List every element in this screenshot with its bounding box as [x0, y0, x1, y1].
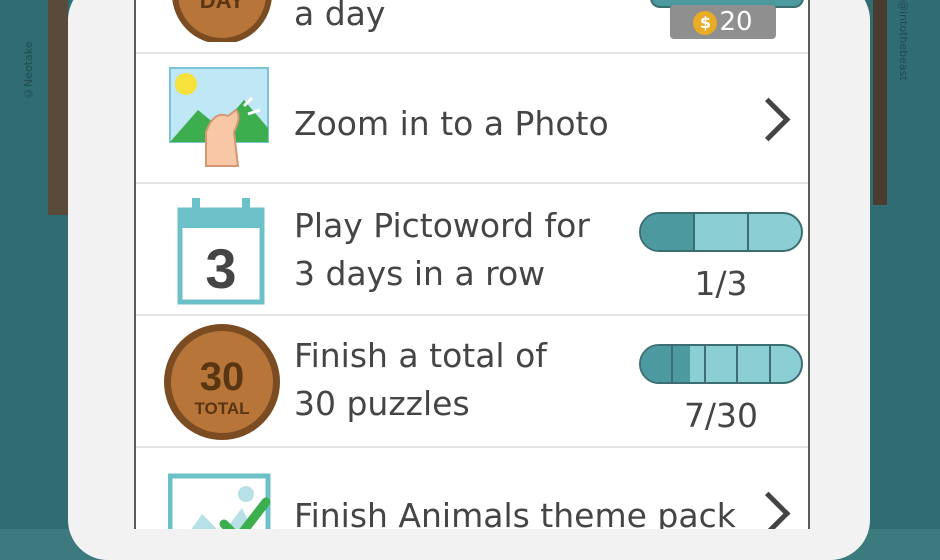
photo-strip-left	[48, 0, 68, 215]
achievement-label-line1: Finish a total of	[294, 336, 547, 375]
progress-count: 1/3	[694, 264, 748, 303]
progress-bar	[639, 344, 803, 384]
calendar-icon: 3	[177, 198, 265, 305]
day-badge-icon: DAY	[172, 0, 272, 42]
zoom-photo-icon	[169, 67, 269, 167]
achievement-label: Zoom in to a Photo	[294, 104, 609, 143]
total-badge-icon: 30 TOTAL	[164, 324, 280, 440]
reward-amount: 20	[719, 7, 753, 37]
reward-badge: $20	[670, 5, 776, 39]
achievement-label-line1: Play Pictoword for	[294, 206, 590, 245]
achievement-label-line2: 3 days in a row	[294, 254, 546, 293]
progress-segment-filled	[641, 346, 674, 382]
chevron-right-icon[interactable]	[746, 491, 791, 529]
chevron-right-icon[interactable]	[746, 97, 791, 142]
achievement-row-streak[interactable]: 3 Play Pictoword for 3 days in a row 1/3	[136, 184, 808, 316]
achievement-label-line2: 30 puzzles	[294, 384, 470, 423]
progress-segment-filled	[673, 346, 706, 382]
credit-left: ©Neotake	[22, 41, 35, 100]
theme-pack-icon	[168, 473, 271, 529]
achievement-row-theme[interactable]: Finish Animals theme pack	[136, 448, 808, 529]
achievement-row-total[interactable]: 30 TOTAL Finish a total of 30 puzzles 7/…	[136, 316, 808, 448]
photo-strip-right	[873, 0, 887, 205]
calendar-number: 3	[205, 237, 236, 300]
total-badge-text: TOTAL	[194, 399, 249, 418]
achievement-label: Finish a total of 30 puzzles	[294, 332, 547, 428]
achievement-row-zoom[interactable]: Zoom in to a Photo	[136, 52, 808, 184]
day-badge-text: DAY	[200, 0, 245, 13]
achievement-label: Play Pictoword for 3 days in a row	[294, 202, 590, 298]
achievement-label: a day	[294, 0, 386, 33]
progress-segment	[695, 214, 749, 250]
progress-segment	[706, 346, 739, 382]
progress-segment	[738, 346, 771, 382]
progress-segment	[771, 346, 801, 382]
credit-right: @intothebeast	[897, 0, 910, 81]
progress-segment	[749, 214, 801, 250]
progress-segment-filled	[641, 214, 695, 250]
progress-count: 7/30	[683, 396, 759, 435]
coin-icon: $	[693, 10, 718, 35]
achievement-row-daily[interactable]: DAY a day $20	[136, 0, 808, 54]
progress-bar	[639, 212, 803, 252]
achievement-label: Finish Animals theme pack	[294, 496, 736, 529]
total-badge-number: 30	[200, 355, 245, 399]
achievements-list: DAY a day $20 Zoom in to a Photo 3 Play …	[134, 0, 810, 529]
